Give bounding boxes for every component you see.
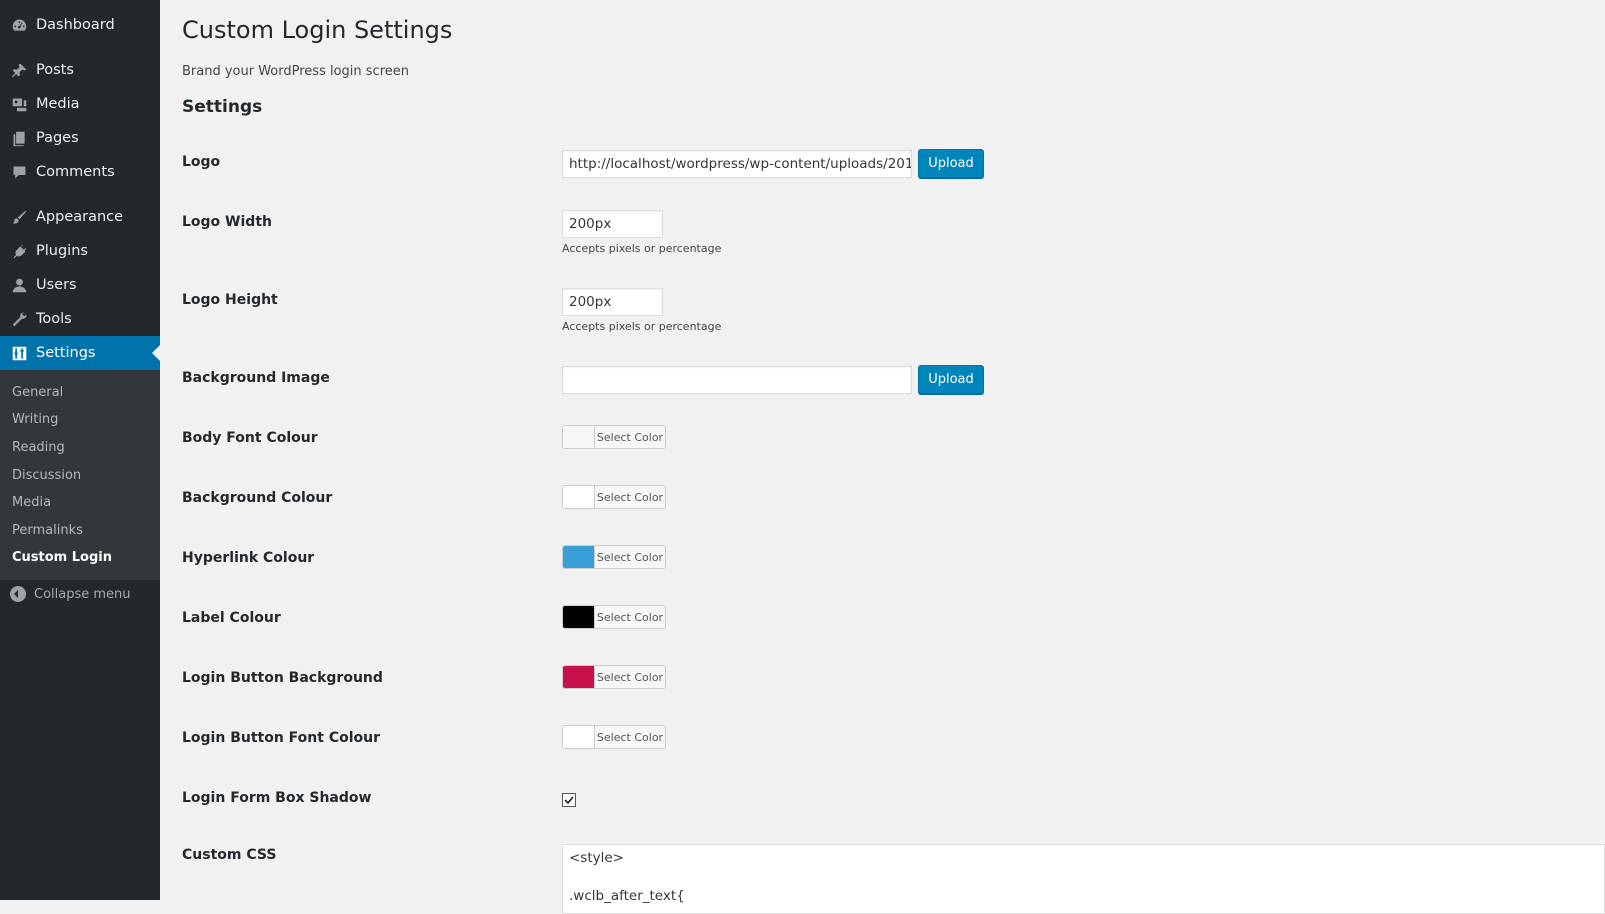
submenu-item-media[interactable]: Media (12, 495, 51, 510)
main-content: Custom Login Settings Brand your WordPre… (160, 0, 1605, 914)
logo-width-input[interactable]: 200px (562, 210, 663, 238)
comment-icon (10, 163, 28, 181)
hyperlink-colour-picker[interactable]: Select Color (562, 545, 666, 569)
settings-submenu: General Writing Reading Discussion Media… (0, 370, 160, 580)
custom-css-label: Custom CSS (182, 847, 277, 863)
menu-label: Appearance (36, 209, 124, 225)
background-colour-label: Background Colour (182, 490, 333, 506)
menu-label: Settings (36, 345, 96, 361)
menu-item-plugins[interactable]: Plugins (0, 234, 160, 268)
menu-item-comments[interactable]: Comments (0, 155, 160, 189)
plug-icon (10, 242, 28, 260)
label-colour-label: Label Colour (182, 610, 281, 626)
select-color-label: Select Color (596, 670, 664, 684)
admin-sidebar: Dashboard Posts Media Pages Comments App… (0, 0, 160, 900)
submenu-item-writing[interactable]: Writing (12, 412, 58, 427)
hyperlink-colour-label: Hyperlink Colour (182, 550, 315, 566)
menu-item-appearance[interactable]: Appearance (0, 200, 160, 234)
select-color-label: Select Color (596, 490, 664, 504)
color-swatch (563, 606, 595, 628)
color-swatch (563, 726, 595, 748)
menu-label: Users (36, 277, 77, 293)
body-font-colour-label: Body Font Colour (182, 430, 318, 446)
brush-icon (10, 208, 28, 226)
color-swatch (563, 486, 595, 508)
dashboard-icon (10, 16, 28, 34)
menu-item-posts[interactable]: Posts (0, 53, 160, 87)
checkmark-icon (564, 796, 574, 805)
menu-item-tools[interactable]: Tools (0, 302, 160, 336)
pin-icon (10, 61, 28, 79)
css-line: .wclb_after_text{ (569, 888, 685, 904)
css-line: <style> (569, 850, 624, 866)
background-colour-picker[interactable]: Select Color (562, 485, 666, 509)
background-image-upload-button[interactable]: Upload (918, 365, 984, 394)
logo-height-label: Logo Height (182, 292, 278, 308)
login-button-font-colour-label: Login Button Font Colour (182, 730, 381, 746)
logo-url-input[interactable]: http://localhost/wordpress/wp-content/up… (562, 150, 912, 178)
wrench-icon (10, 310, 28, 328)
menu-label: Plugins (36, 243, 88, 259)
collapse-label: Collapse menu (34, 586, 131, 602)
submenu-item-custom-login[interactable]: Custom Login (12, 550, 112, 565)
section-title: Settings (182, 97, 263, 117)
color-swatch (563, 546, 595, 568)
pages-icon (10, 129, 28, 147)
page-description: Brand your WordPress login screen (182, 64, 409, 79)
submenu-item-general[interactable]: General (12, 385, 63, 400)
logo-height-hint: Accepts pixels or percentage (562, 320, 722, 333)
custom-css-textarea[interactable]: <style> .wclb_after_text{ (562, 844, 1605, 914)
menu-label: Comments (36, 164, 115, 180)
media-icon (10, 95, 28, 113)
submenu-item-reading[interactable]: Reading (12, 440, 65, 455)
login-button-background-label: Login Button Background (182, 670, 383, 686)
menu-item-dashboard[interactable]: Dashboard (0, 8, 160, 42)
body-font-colour-picker[interactable]: Select Color (562, 425, 666, 449)
select-color-label: Select Color (596, 730, 664, 744)
submenu-item-discussion[interactable]: Discussion (12, 468, 81, 483)
background-image-label: Background Image (182, 370, 330, 386)
menu-label: Media (36, 96, 80, 112)
collapse-menu-button[interactable]: Collapse menu (10, 586, 131, 602)
select-color-label: Select Color (596, 550, 664, 564)
menu-item-users[interactable]: Users (0, 268, 160, 302)
menu-item-pages[interactable]: Pages (0, 121, 160, 155)
settings-icon (10, 344, 28, 362)
color-swatch (563, 426, 595, 448)
logo-height-input[interactable]: 200px (562, 288, 663, 316)
css-line (569, 868, 1598, 887)
login-button-background-picker[interactable]: Select Color (562, 665, 666, 689)
page-title: Custom Login Settings (182, 16, 453, 44)
menu-item-settings[interactable]: Settings (0, 336, 160, 370)
menu-item-media[interactable]: Media (0, 87, 160, 121)
menu-label: Pages (36, 130, 79, 146)
background-image-input[interactable] (562, 366, 912, 394)
box-shadow-checkbox[interactable] (562, 793, 576, 807)
logo-width-label: Logo Width (182, 214, 272, 230)
user-icon (10, 276, 28, 294)
menu-label: Posts (36, 62, 74, 78)
color-swatch (563, 666, 595, 688)
select-color-label: Select Color (596, 430, 664, 444)
submenu-item-permalinks[interactable]: Permalinks (12, 523, 83, 538)
collapse-arrow-icon (10, 586, 26, 602)
logo-upload-button[interactable]: Upload (918, 149, 984, 178)
logo-width-hint: Accepts pixels or percentage (562, 242, 722, 255)
logo-label: Logo (182, 154, 221, 170)
label-colour-picker[interactable]: Select Color (562, 605, 666, 629)
login-form-box-shadow-label: Login Form Box Shadow (182, 790, 372, 806)
select-color-label: Select Color (596, 610, 664, 624)
menu-label: Dashboard (36, 17, 115, 33)
login-button-font-colour-picker[interactable]: Select Color (562, 725, 666, 749)
menu-label: Tools (36, 311, 72, 327)
